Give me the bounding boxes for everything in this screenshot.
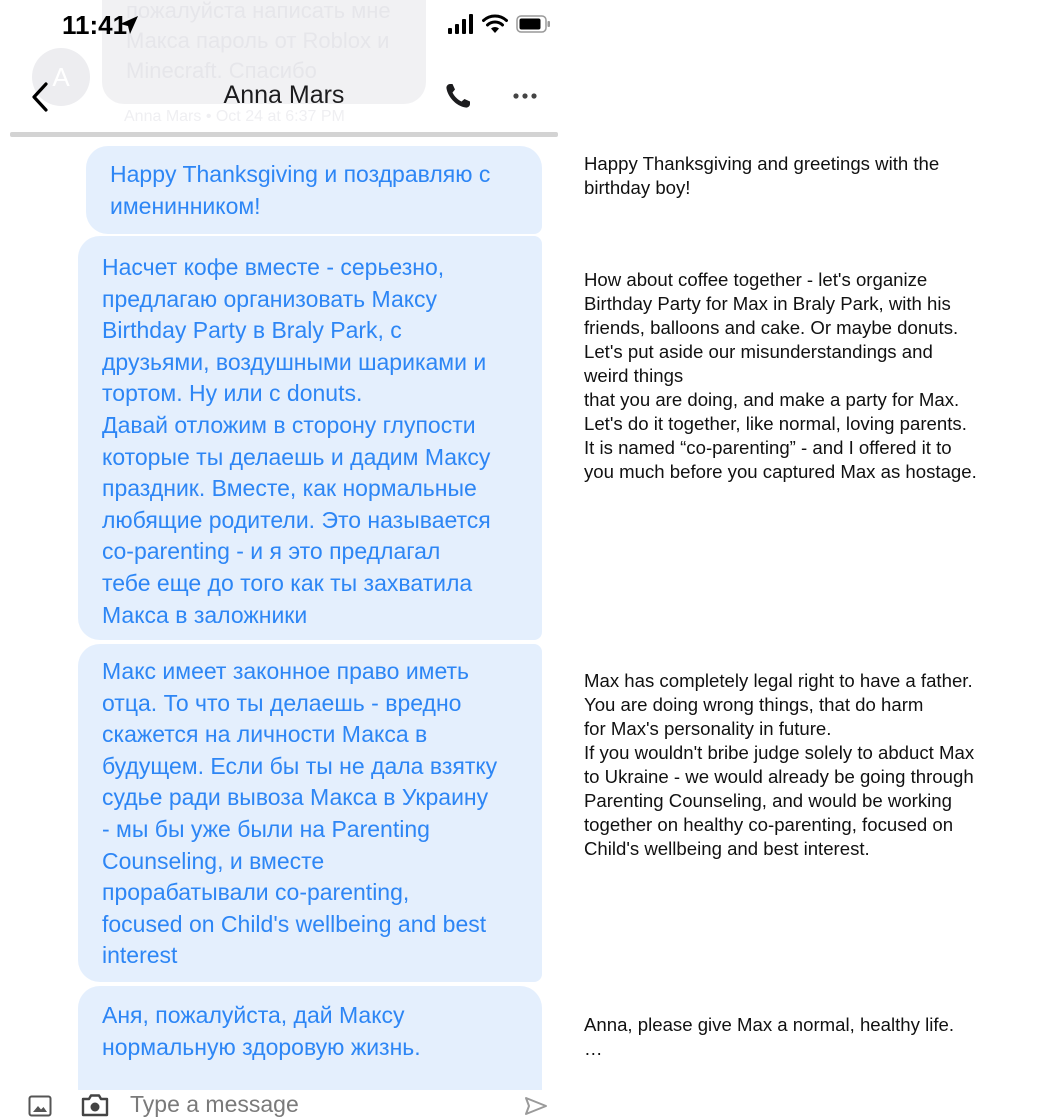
image-icon[interactable]: [28, 1095, 52, 1117]
message-text: Макс имеет законное право иметь отца. То…: [102, 658, 498, 969]
messenger-screen: A пожалуйста написать мне Макса пароль о…: [0, 0, 568, 1118]
message-text: Happy Thanksgiving и поздравляю с именин…: [110, 161, 491, 219]
message-composer: [0, 1090, 568, 1118]
message-bubble[interactable]: Насчет кофе вместе - серьезно, предлагаю…: [78, 236, 542, 640]
message-bubble[interactable]: Аня, пожалуйста, дай Максу нормальную зд…: [78, 986, 542, 1106]
message-bubble[interactable]: Happy Thanksgiving и поздравляю с именин…: [86, 146, 542, 234]
translation-text: How about coffee together - let's organi…: [584, 269, 977, 482]
header-divider: [10, 132, 558, 137]
signal-icon: [448, 14, 473, 34]
translation-text: Max has completely legal right to have a…: [584, 670, 975, 859]
message-input[interactable]: [130, 1090, 470, 1118]
translation-text: Anna, please give Max a normal, healthy …: [584, 1014, 955, 1059]
more-dots-icon[interactable]: [512, 92, 538, 100]
message-text: Аня, пожалуйста, дай Максу нормальную зд…: [102, 1002, 421, 1060]
message-bubble[interactable]: Макс имеет законное право иметь отца. То…: [78, 644, 542, 982]
status-icons: [448, 14, 552, 34]
wifi-icon: [482, 14, 508, 33]
phone-icon[interactable]: [444, 82, 472, 110]
background-message-meta: Anna Mars • Oct 24 at 6:37 PM: [124, 108, 345, 125]
message-text: Насчет кофе вместе - серьезно, предлагаю…: [102, 254, 491, 628]
location-arrow-icon: [120, 16, 138, 34]
background-message-text: пожалуйста написать мне Макса пароль от …: [126, 0, 391, 83]
send-icon[interactable]: [524, 1096, 548, 1116]
translation-text: Happy Thanksgiving and greetings with th…: [584, 153, 940, 198]
conversation-title: Anna Mars: [223, 81, 345, 109]
battery-icon: [516, 15, 550, 33]
camera-icon[interactable]: [80, 1093, 110, 1117]
